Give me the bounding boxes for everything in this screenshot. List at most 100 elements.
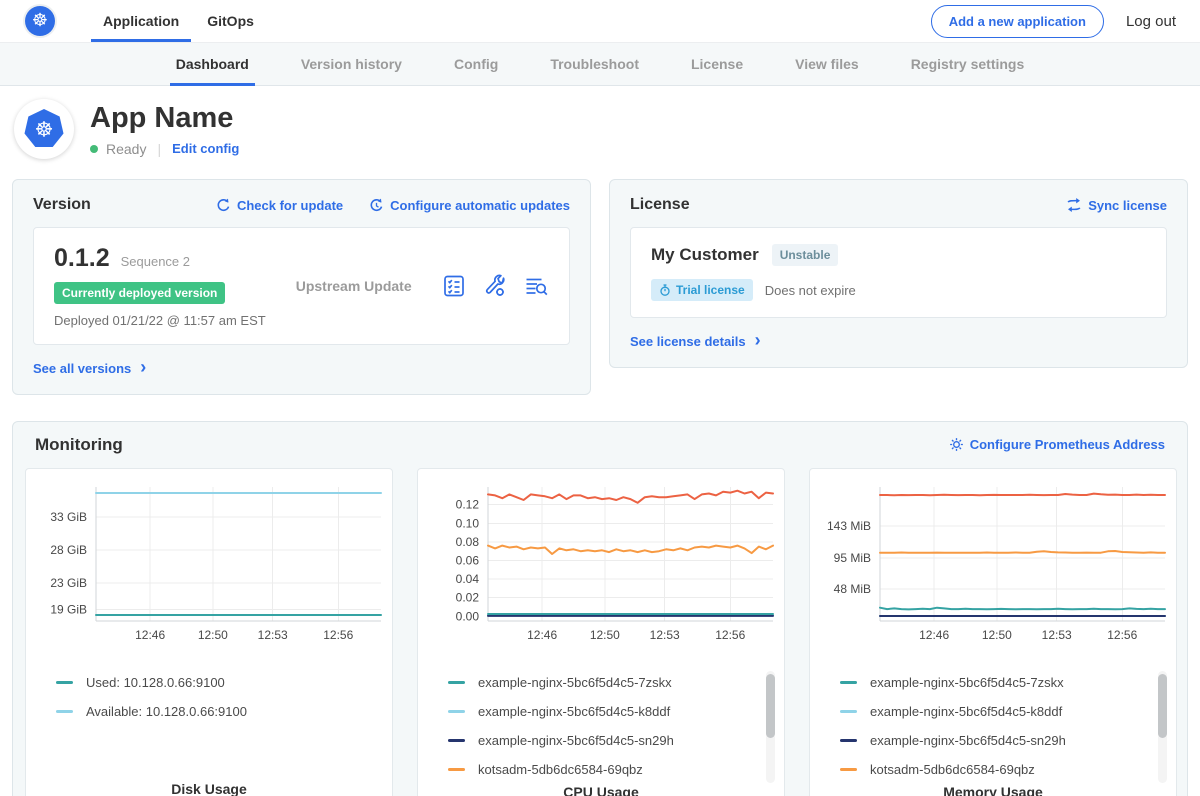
license-title: License	[630, 196, 690, 214]
refresh-icon	[216, 198, 231, 213]
sync-license-link[interactable]: Sync license	[1066, 198, 1167, 213]
charts-row: 19 GiB23 GiB28 GiB33 GiB12:4612:5012:531…	[25, 468, 1175, 796]
monitoring-panel: Monitoring Configure Prometheus Address …	[12, 421, 1188, 796]
see-license-details-link[interactable]: See license details ›	[630, 332, 761, 350]
cpu-usage-chart-card: 0.000.020.040.060.080.100.1212:4612:5012…	[417, 468, 785, 796]
legend-label: example-nginx-5bc6f5d4c5-k8ddf	[478, 704, 670, 719]
svg-text:0.08: 0.08	[456, 534, 480, 548]
top-nav-right: Add a new application Log out	[931, 5, 1176, 38]
svg-text:12:50: 12:50	[590, 628, 620, 642]
subnav-tab-view-files[interactable]: View files	[769, 43, 885, 85]
version-number: 0.1.2	[54, 244, 110, 273]
app-subnav: DashboardVersion historyConfigTroublesho…	[0, 42, 1200, 86]
legend-item: example-nginx-5bc6f5d4c5-sn29h	[840, 726, 1142, 755]
svg-text:23 GiB: 23 GiB	[50, 576, 87, 590]
license-expiry: Does not expire	[765, 283, 856, 298]
configure-auto-updates-link[interactable]: Configure automatic updates	[369, 198, 570, 213]
svg-text:0.04: 0.04	[456, 572, 480, 586]
legend-item: example-nginx-5bc6f5d4c5-sn29h	[448, 726, 750, 755]
license-box: My Customer Unstable Trial license Does …	[630, 227, 1167, 318]
nav-tab-application[interactable]: Application	[103, 0, 179, 42]
svg-text:33 GiB: 33 GiB	[50, 509, 87, 523]
check-for-update-link[interactable]: Check for update	[216, 198, 343, 213]
legend-dash-icon	[840, 739, 857, 742]
see-all-versions-link[interactable]: See all versions ›	[33, 359, 146, 377]
svg-text:0.06: 0.06	[456, 553, 480, 567]
license-type-badge: Trial license	[651, 279, 753, 301]
deployed-timestamp: Deployed 01/21/22 @ 11:57 am EST	[54, 313, 266, 328]
legend-dash-icon	[448, 710, 465, 713]
helm-wheel-icon: ☸	[32, 12, 48, 30]
legend-item: kotsadm-5db6dc6584-69qbz	[448, 755, 750, 784]
license-card: License Sync license My Customer Unstabl…	[609, 179, 1188, 368]
chart-title: CPU Usage	[418, 784, 784, 796]
subnav-tab-license[interactable]: License	[665, 43, 769, 85]
disk-usage-chart: 19 GiB23 GiB28 GiB33 GiB12:4612:5012:531…	[34, 479, 384, 654]
chevron-right-icon: ›	[140, 358, 146, 376]
monitoring-header: Monitoring Configure Prometheus Address	[25, 435, 1175, 455]
view-logs-icon[interactable]	[524, 274, 549, 298]
subnav-tab-registry-settings[interactable]: Registry settings	[885, 43, 1051, 85]
svg-text:12:53: 12:53	[650, 628, 680, 642]
kubernetes-logo-icon[interactable]: ☸	[25, 6, 55, 36]
svg-text:12:53: 12:53	[258, 628, 288, 642]
top-nav: ☸ Application GitOps Add a new applicatio…	[0, 0, 1200, 42]
edit-config-link[interactable]: Edit config	[172, 141, 239, 156]
legend-item: kotsadm-5db6dc6584-69qbz	[840, 755, 1142, 784]
kubernetes-app-icon: ☸	[22, 107, 66, 151]
legend-scrollbar[interactable]	[1158, 671, 1167, 783]
svg-text:143 MiB: 143 MiB	[827, 519, 871, 533]
memory-usage-legend: example-nginx-5bc6f5d4c5-7zskxexample-ng…	[810, 668, 1176, 784]
logout-button[interactable]: Log out	[1126, 13, 1176, 30]
legend-dash-icon	[56, 681, 73, 684]
legend-label: example-nginx-5bc6f5d4c5-7zskx	[478, 675, 672, 690]
series-kotsadm-5db6dc6584-69qbz	[880, 551, 1165, 553]
svg-text:12:50: 12:50	[982, 628, 1012, 642]
svg-text:☸: ☸	[35, 118, 54, 142]
check-for-update-label: Check for update	[237, 198, 343, 213]
subnav-tabs: DashboardVersion historyConfigTroublesho…	[150, 43, 1051, 85]
add-application-button[interactable]: Add a new application	[931, 5, 1104, 38]
legend-scrollbar-thumb[interactable]	[766, 674, 775, 738]
subnav-tab-config[interactable]: Config	[428, 43, 524, 85]
svg-text:28 GiB: 28 GiB	[50, 543, 87, 557]
app-info: App Name Ready | Edit config	[90, 102, 239, 157]
license-card-header: License Sync license	[630, 196, 1167, 214]
svg-text:0.02: 0.02	[456, 590, 480, 604]
chart-title: Memory Usage	[810, 784, 1176, 796]
legend-label: Available: 10.128.0.66:9100	[86, 704, 247, 719]
app-header: ☸ App Name Ready | Edit config	[0, 86, 1200, 173]
version-card: Version Check for update Configure au	[12, 179, 591, 395]
divider: |	[157, 141, 161, 157]
see-license-details-label: See license details	[630, 334, 746, 349]
app-title: App Name	[90, 102, 239, 135]
chart-title: Disk Usage	[26, 781, 392, 796]
legend-label: example-nginx-5bc6f5d4c5-k8ddf	[870, 704, 1062, 719]
see-all-versions-label: See all versions	[33, 361, 131, 376]
clock-refresh-icon	[369, 198, 384, 213]
svg-text:12:46: 12:46	[919, 628, 949, 642]
legend-dash-icon	[448, 681, 465, 684]
memory-usage-chart: 48 MiB95 MiB143 MiB12:4612:5012:5312:56	[818, 479, 1168, 654]
disk-usage-chart-card: 19 GiB23 GiB28 GiB33 GiB12:4612:5012:531…	[25, 468, 393, 796]
legend-dash-icon	[448, 739, 465, 742]
configure-auto-updates-label: Configure automatic updates	[390, 198, 570, 213]
legend-scrollbar[interactable]	[766, 671, 775, 783]
status-text: Ready	[106, 141, 146, 157]
legend-dash-icon	[840, 710, 857, 713]
preflight-checks-icon[interactable]	[442, 274, 466, 298]
legend-label: example-nginx-5bc6f5d4c5-sn29h	[870, 733, 1066, 748]
subnav-tab-version-history[interactable]: Version history	[275, 43, 428, 85]
nav-tab-gitops[interactable]: GitOps	[207, 0, 254, 42]
update-type-label: Upstream Update	[296, 278, 412, 294]
configure-prometheus-link[interactable]: Configure Prometheus Address	[949, 437, 1165, 452]
svg-text:95 MiB: 95 MiB	[834, 550, 871, 564]
version-actions	[442, 274, 549, 298]
legend-scrollbar-thumb[interactable]	[1158, 674, 1167, 738]
configure-prometheus-label: Configure Prometheus Address	[970, 437, 1165, 452]
subnav-tab-dashboard[interactable]: Dashboard	[150, 43, 275, 85]
legend-label: example-nginx-5bc6f5d4c5-sn29h	[478, 733, 674, 748]
edit-config-icon[interactable]	[483, 274, 507, 298]
svg-text:12:53: 12:53	[1042, 628, 1072, 642]
subnav-tab-troubleshoot[interactable]: Troubleshoot	[524, 43, 665, 85]
